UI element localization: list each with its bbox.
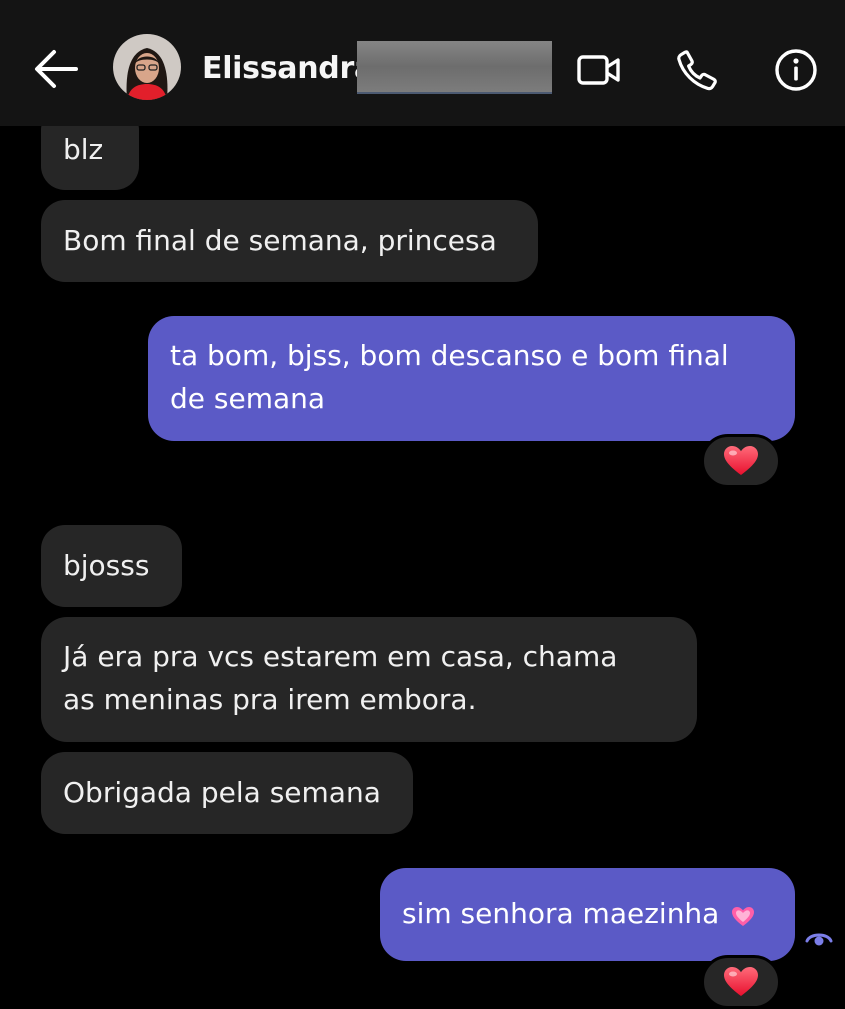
message-text-line: de semana <box>170 382 326 415</box>
back-button[interactable] <box>28 44 84 94</box>
avatar-photo <box>113 34 181 100</box>
seen-indicator <box>804 924 834 950</box>
info-button[interactable] <box>772 46 820 94</box>
redacted-surname <box>357 41 552 94</box>
voice-call-button[interactable] <box>674 48 720 92</box>
message-text-line: Já era pra vcs estarem em casa, chama <box>63 640 618 673</box>
message-bubble-outgoing[interactable]: ta bom, bjss, bom descanso e bom final d… <box>148 316 795 441</box>
message-text: Bom final de semana, princesa <box>63 224 497 257</box>
message-text: sim senhora maezinha <box>402 897 720 930</box>
arrow-left-icon <box>35 50 78 88</box>
message-text: bjosss <box>63 549 150 582</box>
message-reaction[interactable] <box>701 955 781 1009</box>
video-call-button[interactable] <box>574 50 624 90</box>
contact-name[interactable]: Elissandra <box>202 51 374 86</box>
message-bubble-outgoing[interactable]: sim senhora maezinha <box>380 868 795 961</box>
chat-header: Elissandra <box>0 0 845 126</box>
info-icon <box>775 49 817 91</box>
seen-eye-icon <box>805 933 833 946</box>
contact-avatar[interactable] <box>113 34 181 100</box>
phone-icon <box>677 50 717 91</box>
message-text: Obrigada pela semana <box>63 776 381 809</box>
message-text: blz <box>63 133 104 166</box>
message-reaction[interactable] <box>701 434 781 488</box>
video-camera-icon <box>577 55 620 85</box>
message-bubble-incoming[interactable]: bjosss <box>41 525 182 607</box>
sparkling-heart-emoji <box>732 907 755 926</box>
message-text-line: as meninas pra irem embora. <box>63 683 477 716</box>
heart-emoji <box>724 446 758 475</box>
message-bubble-incoming[interactable]: Bom final de semana, princesa <box>41 200 538 282</box>
message-bubble-incoming[interactable]: Obrigada pela semana <box>41 752 413 834</box>
message-bubble-incoming[interactable]: Já era pra vcs estarem em casa, chama as… <box>41 617 697 742</box>
message-text-line: ta bom, bjss, bom descanso e bom final <box>170 339 729 372</box>
heart-emoji <box>724 967 758 996</box>
